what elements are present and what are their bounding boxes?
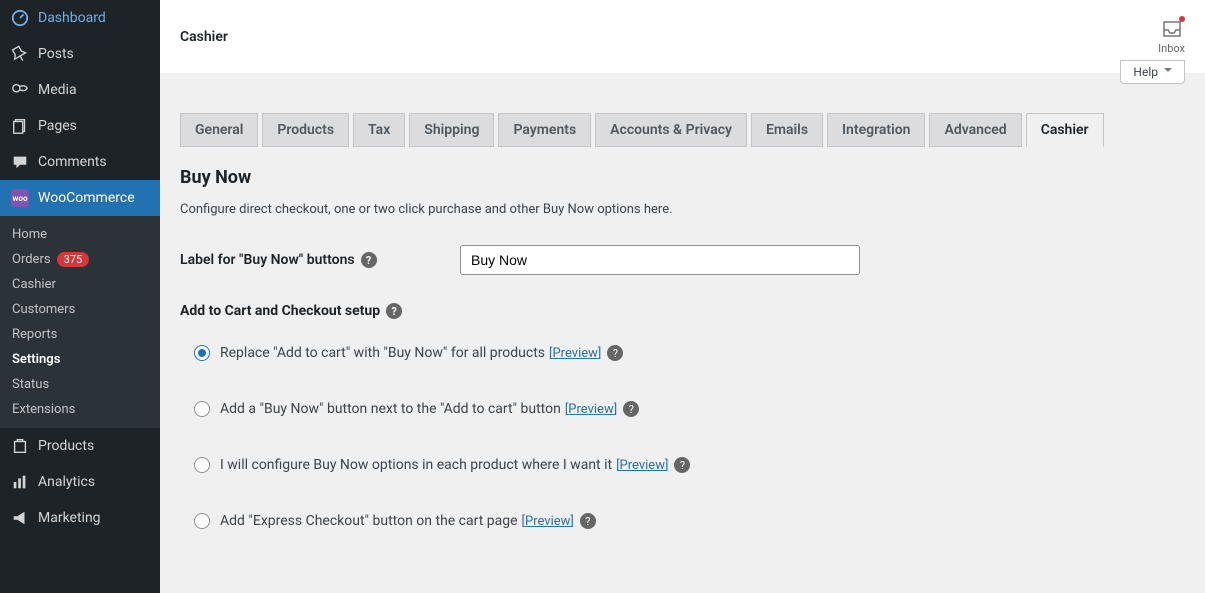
label-field-label: Label for "Buy Now" buttons	[180, 252, 355, 268]
tab-payments[interactable]: Payments	[498, 113, 591, 147]
help-icon[interactable]: ?	[580, 513, 596, 529]
help-icon[interactable]: ?	[674, 457, 690, 473]
submenu-item-settings[interactable]: Settings	[0, 347, 160, 372]
sidebar-item-woocommerce[interactable]: woo WooCommerce	[0, 180, 160, 216]
sidebar-item-posts[interactable]: Posts	[0, 36, 160, 72]
preview-link[interactable]: Preview	[565, 402, 617, 417]
tab-tax[interactable]: Tax	[353, 113, 405, 147]
sidebar-item-pages[interactable]: Pages	[0, 108, 160, 144]
sidebar-item-analytics[interactable]: Analytics	[0, 464, 160, 500]
section-description: Configure direct checkout, one or two cl…	[180, 202, 1185, 217]
submenu-item-extensions[interactable]: Extensions	[0, 397, 160, 422]
comment-icon	[10, 152, 30, 172]
tab-accounts-privacy[interactable]: Accounts & Privacy	[595, 113, 747, 147]
submenu-item-cashier[interactable]: Cashier	[0, 272, 160, 297]
sidebar-item-label: Analytics	[38, 474, 95, 490]
help-icon[interactable]: ?	[623, 401, 639, 417]
radio-label[interactable]: Add "Express Checkout" button on the car…	[220, 513, 518, 529]
help-icon[interactable]: ?	[607, 345, 623, 361]
woocommerce-submenu: Home Orders375 Cashier Customers Reports…	[0, 216, 160, 428]
inbox-label: Inbox	[1158, 42, 1185, 55]
sidebar-item-products[interactable]: Products	[0, 428, 160, 464]
radio-group-heading: Add to Cart and Checkout setup	[180, 303, 380, 319]
submenu-item-home[interactable]: Home	[0, 222, 160, 247]
pin-icon	[10, 44, 30, 64]
sidebar-item-dashboard[interactable]: Dashboard	[0, 0, 160, 36]
sidebar-item-comments[interactable]: Comments	[0, 144, 160, 180]
tab-shipping[interactable]: Shipping	[409, 113, 494, 147]
sidebar-item-label: WooCommerce	[38, 190, 135, 206]
sidebar-item-label: Dashboard	[38, 10, 106, 26]
preview-link[interactable]: Preview	[549, 346, 601, 361]
sidebar-item-media[interactable]: Media	[0, 72, 160, 108]
preview-link[interactable]: Preview	[616, 458, 668, 473]
sidebar-item-label: Products	[38, 438, 94, 454]
dashboard-icon	[10, 8, 30, 28]
radio-configure-per-product[interactable]	[194, 457, 210, 473]
pages-icon	[10, 116, 30, 136]
marketing-icon	[10, 508, 30, 528]
settings-tabs: General Products Tax Shipping Payments A…	[180, 113, 1185, 147]
radio-label[interactable]: I will configure Buy Now options in each…	[220, 457, 612, 473]
radio-label[interactable]: Replace "Add to cart" with "Buy Now" for…	[220, 345, 545, 361]
sidebar-item-label: Media	[38, 82, 77, 98]
products-icon	[10, 436, 30, 456]
admin-sidebar: Dashboard Posts Media Pages Comments woo…	[0, 0, 160, 593]
sidebar-item-label: Posts	[38, 46, 74, 62]
radio-add-next-to-cart[interactable]	[194, 401, 210, 417]
tab-integration[interactable]: Integration	[827, 113, 925, 147]
sidebar-item-label: Comments	[38, 154, 107, 170]
sidebar-item-label: Marketing	[38, 510, 101, 526]
tab-emails[interactable]: Emails	[751, 113, 823, 147]
tab-general[interactable]: General	[180, 113, 258, 147]
help-icon[interactable]: ?	[361, 252, 377, 268]
section-title: Buy Now	[180, 167, 1185, 188]
analytics-icon	[10, 472, 30, 492]
page-header: Cashier Inbox	[160, 0, 1205, 73]
radio-label[interactable]: Add a "Buy Now" button next to the "Add …	[220, 401, 561, 417]
help-tab[interactable]: Help	[1120, 60, 1185, 84]
help-icon[interactable]: ?	[386, 303, 402, 319]
media-icon	[10, 80, 30, 100]
page-title: Cashier	[180, 29, 228, 45]
buy-now-label-input[interactable]	[460, 245, 860, 275]
tab-products[interactable]: Products	[262, 113, 349, 147]
tab-advanced[interactable]: Advanced	[929, 113, 1021, 147]
preview-link[interactable]: Preview	[522, 514, 574, 529]
radio-replace-add-to-cart[interactable]	[194, 345, 210, 361]
submenu-item-orders[interactable]: Orders375	[0, 247, 160, 272]
main-content: Cashier Inbox Help General Products Tax …	[160, 0, 1205, 593]
sidebar-item-label: Pages	[38, 118, 77, 134]
submenu-item-customers[interactable]: Customers	[0, 297, 160, 322]
submenu-item-reports[interactable]: Reports	[0, 322, 160, 347]
woocommerce-icon: woo	[10, 188, 30, 208]
sidebar-item-marketing[interactable]: Marketing	[0, 500, 160, 536]
tab-cashier[interactable]: Cashier	[1026, 113, 1104, 147]
orders-badge: 375	[57, 252, 90, 267]
radio-express-checkout[interactable]	[194, 513, 210, 529]
inbox-button[interactable]: Inbox	[1158, 18, 1185, 55]
inbox-icon	[1161, 18, 1183, 40]
submenu-item-status[interactable]: Status	[0, 372, 160, 397]
